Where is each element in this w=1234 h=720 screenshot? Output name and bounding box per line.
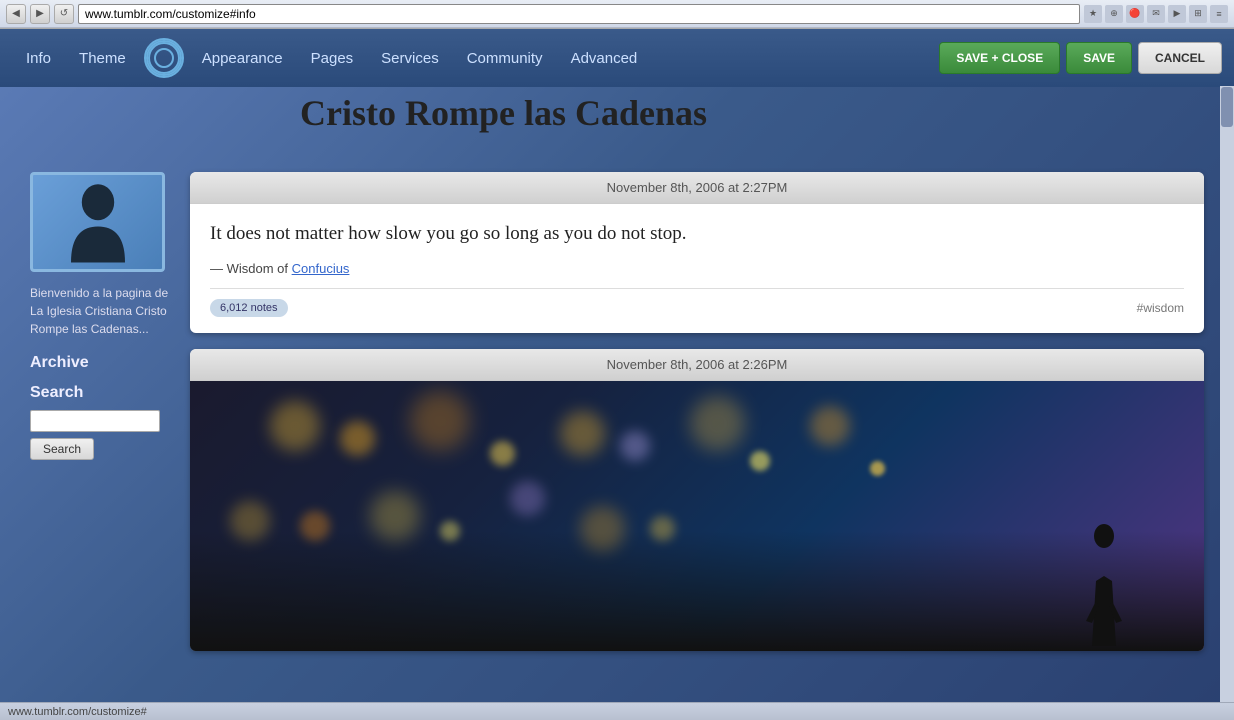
back-button[interactable]: ◀	[6, 4, 26, 24]
nav-advanced[interactable]: Advanced	[557, 29, 652, 87]
nav-appearance[interactable]: Appearance	[188, 29, 297, 87]
cancel-button[interactable]: CANCEL	[1138, 42, 1222, 74]
search-heading: Search	[30, 384, 170, 402]
search-button[interactable]: Search	[30, 438, 94, 460]
post-card-photo: November 8th, 2006 at 2:26PM	[190, 349, 1204, 651]
ext-icon-3: ▶	[1168, 5, 1186, 23]
posts-area: November 8th, 2006 at 2:27PM It does not…	[190, 172, 1204, 701]
address-bar[interactable]	[78, 4, 1080, 24]
avatar	[30, 172, 165, 272]
confucius-link[interactable]: Confucius	[292, 261, 350, 276]
nav-community[interactable]: Community	[453, 29, 557, 87]
scrollbar[interactable]	[1220, 86, 1234, 720]
star-icon: ★	[1084, 5, 1102, 23]
post-quote: It does not matter how slow you go so lo…	[210, 220, 1184, 249]
ext-icon-4: ⊞	[1189, 5, 1207, 23]
post-timestamp: November 8th, 2006 at 2:27PM	[190, 172, 1204, 204]
avatar-silhouette	[58, 177, 138, 267]
save-close-button[interactable]: SAVE + CLOSE	[939, 42, 1060, 74]
post-attribution: — Wisdom of Confucius	[210, 261, 1184, 276]
forward-button[interactable]: ▶	[30, 4, 50, 24]
ext-icon-5: ≡	[1210, 5, 1228, 23]
post-tag: #wisdom	[1137, 301, 1184, 315]
appearance-icon[interactable]	[144, 38, 184, 78]
ext-icon-1: 🔴	[1126, 5, 1144, 23]
blog-title: Cristo Rompe las Cadenas	[300, 92, 1194, 134]
scrollbar-thumb[interactable]	[1221, 87, 1233, 127]
post-divider	[210, 288, 1184, 289]
post-image	[190, 381, 1204, 651]
post-footer: 6,012 notes #wisdom	[210, 299, 1184, 317]
ext-icon-2: ✉	[1147, 5, 1165, 23]
sidebar: Bienvenido a la pagina de La Iglesia Cri…	[30, 172, 170, 701]
nav-theme[interactable]: Theme	[65, 29, 140, 87]
archive-heading: Archive	[30, 354, 170, 372]
post-body: It does not matter how slow you go so lo…	[190, 204, 1204, 333]
post-card: November 8th, 2006 at 2:27PM It does not…	[190, 172, 1204, 333]
notes-badge: 6,012 notes	[210, 299, 288, 317]
save-button[interactable]: SAVE	[1066, 42, 1132, 74]
status-bar: www.tumblr.com/customize#	[0, 702, 1234, 720]
nav-pages[interactable]: Pages	[297, 29, 368, 87]
post-timestamp-2: November 8th, 2006 at 2:26PM	[190, 349, 1204, 381]
app-navbar: Info Theme Appearance Pages Services Com…	[0, 29, 1234, 87]
nav-services[interactable]: Services	[367, 29, 453, 87]
main-content: Cristo Rompe las Cadenas Bienvenido a la…	[0, 87, 1234, 720]
blog-description: Bienvenido a la pagina de La Iglesia Cri…	[30, 284, 170, 338]
bokeh-overlay	[190, 381, 1204, 651]
nav-info[interactable]: Info	[12, 29, 65, 87]
refresh-button[interactable]: ↺	[54, 4, 74, 24]
status-url: www.tumblr.com/customize#	[8, 706, 147, 718]
search-input[interactable]	[30, 410, 160, 432]
bookmark-icon: ⊕	[1105, 5, 1123, 23]
